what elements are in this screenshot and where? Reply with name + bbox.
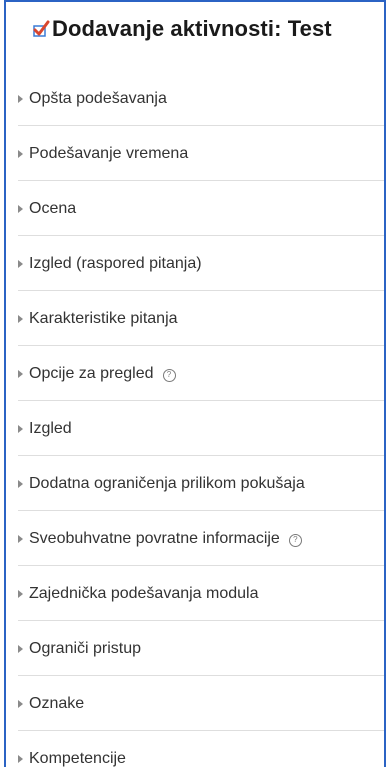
section-label: Podešavanje vremena xyxy=(29,144,189,162)
section-label: Ocena xyxy=(29,199,77,217)
section-karakteristike-pitanja[interactable]: Karakteristike pitanja xyxy=(6,291,384,346)
collapse-caret-icon xyxy=(18,314,23,323)
section-izgled[interactable]: Izgled xyxy=(6,401,384,456)
help-icon[interactable]: ? xyxy=(288,533,302,547)
page-header: Dodavanje aktivnosti: Test xyxy=(32,16,332,42)
section-kompetencije[interactable]: Kompetencije xyxy=(6,731,384,767)
collapse-caret-icon xyxy=(18,424,23,433)
section-label: Izgled xyxy=(29,419,72,437)
collapse-caret-icon xyxy=(18,149,23,158)
section-opcije-za-pregled[interactable]: Opcije za pregled ? xyxy=(6,346,384,401)
section-label: Opšta podešavanja xyxy=(29,89,167,107)
collapse-caret-icon xyxy=(18,754,23,763)
collapse-caret-icon xyxy=(18,259,23,268)
collapse-caret-icon xyxy=(18,644,23,653)
section-ocena[interactable]: Ocena xyxy=(6,181,384,236)
settings-section-list: Opšta podešavanja Podešavanje vremena Oc… xyxy=(6,71,384,767)
section-podesavanje-vremena[interactable]: Podešavanje vremena xyxy=(6,126,384,181)
section-opsta-podesavanja[interactable]: Opšta podešavanja xyxy=(6,71,384,126)
collapse-caret-icon xyxy=(18,94,23,103)
collapse-caret-icon xyxy=(18,589,23,598)
help-icon[interactable]: ? xyxy=(162,368,176,382)
section-izgled-raspored-pitanja[interactable]: Izgled (raspored pitanja) xyxy=(6,236,384,291)
section-zajednicka-podesavanja-modula[interactable]: Zajednička podešavanja modula xyxy=(6,566,384,621)
section-label: Sveobuhvatne povratne informacije xyxy=(29,529,280,547)
section-label: Opcije za pregled xyxy=(29,364,154,382)
section-dodatna-ogranicenja[interactable]: Dodatna ograničenja prilikom pokušaja xyxy=(6,456,384,511)
section-label: Karakteristike pitanja xyxy=(29,309,178,327)
section-label: Zajednička podešavanja modula xyxy=(29,584,259,602)
section-label: Ograniči pristup xyxy=(29,639,142,657)
quiz-checkmark-icon xyxy=(33,20,50,37)
section-sveobuhvatne-povratne-informacije[interactable]: Sveobuhvatne povratne informacije ? xyxy=(6,511,384,566)
collapse-caret-icon xyxy=(18,479,23,488)
section-label: Izgled (raspored pitanja) xyxy=(29,254,202,272)
section-oznake[interactable]: Oznake xyxy=(6,676,384,731)
settings-frame: Dodavanje aktivnosti: Test Opšta podešav… xyxy=(4,0,386,767)
page-title: Dodavanje aktivnosti: Test xyxy=(52,16,332,41)
collapse-caret-icon xyxy=(18,699,23,708)
section-label: Kompetencije xyxy=(29,749,126,767)
section-ogranici-pristup[interactable]: Ograniči pristup xyxy=(6,621,384,676)
collapse-caret-icon xyxy=(18,369,23,378)
section-label: Dodatna ograničenja prilikom pokušaja xyxy=(29,474,305,492)
section-label: Oznake xyxy=(29,694,85,712)
collapse-caret-icon xyxy=(18,534,23,543)
collapse-caret-icon xyxy=(18,204,23,213)
